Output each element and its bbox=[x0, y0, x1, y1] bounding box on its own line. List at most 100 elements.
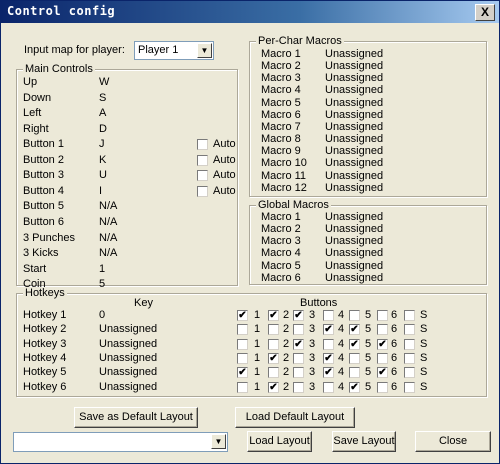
hotkey-button-checkbox[interactable] bbox=[349, 353, 360, 364]
control-key[interactable]: S bbox=[99, 92, 106, 104]
auto-checkbox[interactable] bbox=[197, 155, 208, 166]
hotkey-button-checkbox[interactable] bbox=[293, 382, 304, 393]
hotkey-button-checkbox[interactable] bbox=[404, 382, 415, 393]
hotkey-button-checkbox[interactable] bbox=[268, 339, 279, 350]
hotkey-button-checkbox[interactable]: ✔ bbox=[349, 324, 360, 335]
hotkey-button-checkbox[interactable] bbox=[268, 324, 279, 335]
control-key[interactable]: N/A bbox=[99, 247, 117, 259]
hotkey-button-checkbox[interactable]: ✔ bbox=[237, 367, 248, 378]
hotkey-button-checkbox[interactable] bbox=[323, 310, 334, 321]
per-char-macro-value[interactable]: Unassigned bbox=[325, 72, 383, 84]
global-macro-value[interactable]: Unassigned bbox=[325, 235, 383, 247]
hotkey-button-checkbox[interactable] bbox=[293, 353, 304, 364]
control-key[interactable]: U bbox=[99, 169, 107, 181]
hotkey-button-checkbox[interactable]: ✔ bbox=[377, 339, 388, 350]
hotkey-button-label: 6 bbox=[391, 309, 398, 321]
hotkey-button-checkbox[interactable] bbox=[237, 324, 248, 335]
control-key[interactable]: N/A bbox=[99, 216, 117, 228]
close-button[interactable]: Close bbox=[415, 431, 491, 452]
per-char-macro-value[interactable]: Unassigned bbox=[325, 109, 383, 121]
hotkey-button-checkbox[interactable] bbox=[377, 310, 388, 321]
player-select[interactable]: Player 1 ▼ bbox=[134, 41, 214, 60]
per-char-macro-value[interactable]: Unassigned bbox=[325, 170, 383, 182]
hotkey-button-checkbox[interactable] bbox=[404, 353, 415, 364]
layout-select[interactable]: ▼ bbox=[13, 432, 228, 452]
auto-checkbox[interactable] bbox=[197, 139, 208, 150]
title-bar: Control config X bbox=[1, 1, 499, 23]
global-macro-value[interactable]: Unassigned bbox=[325, 211, 383, 223]
hotkey-button-checkbox[interactable]: ✔ bbox=[349, 339, 360, 350]
save-default-layout-button[interactable]: Save as Default Layout bbox=[74, 407, 198, 428]
hotkey-button-checkbox[interactable]: ✔ bbox=[323, 367, 334, 378]
control-key[interactable]: N/A bbox=[99, 200, 117, 212]
hotkey-button-checkbox[interactable]: ✔ bbox=[293, 339, 304, 350]
per-char-macro-value[interactable]: Unassigned bbox=[325, 182, 383, 194]
global-macro-value[interactable]: Unassigned bbox=[325, 272, 383, 284]
save-layout-button[interactable]: Save Layout bbox=[332, 431, 396, 452]
hotkey-key[interactable]: Unassigned bbox=[99, 381, 157, 393]
control-key[interactable]: K bbox=[99, 154, 106, 166]
hotkey-button-checkbox[interactable] bbox=[293, 324, 304, 335]
auto-checkbox[interactable] bbox=[197, 186, 208, 197]
hotkey-button-checkbox[interactable] bbox=[349, 367, 360, 378]
hotkey-button-checkbox[interactable] bbox=[323, 339, 334, 350]
hotkey-button-checkbox[interactable]: ✔ bbox=[349, 382, 360, 393]
control-key[interactable]: W bbox=[99, 76, 109, 88]
hotkey-key[interactable]: 0 bbox=[99, 309, 105, 321]
hotkey-key[interactable]: Unassigned bbox=[99, 366, 157, 378]
global-macro-value[interactable]: Unassigned bbox=[325, 223, 383, 235]
load-layout-button[interactable]: Load Layout bbox=[247, 431, 312, 452]
chevron-down-icon[interactable]: ▼ bbox=[197, 43, 212, 58]
global-macro-value[interactable]: Unassigned bbox=[325, 247, 383, 259]
hotkey-button-checkbox[interactable] bbox=[377, 382, 388, 393]
hotkey-button-checkbox[interactable] bbox=[237, 353, 248, 364]
control-key[interactable]: 1 bbox=[99, 263, 105, 275]
hotkey-button-checkbox[interactable] bbox=[404, 324, 415, 335]
per-char-macro-value[interactable]: Unassigned bbox=[325, 157, 383, 169]
hotkey-button-checkbox[interactable]: ✔ bbox=[293, 310, 304, 321]
control-key[interactable]: D bbox=[99, 123, 107, 135]
hotkey-name: Hotkey 5 bbox=[23, 366, 67, 378]
per-char-macro-value[interactable]: Unassigned bbox=[325, 145, 383, 157]
close-window-icon[interactable]: X bbox=[475, 4, 495, 21]
hotkey-button-checkbox[interactable] bbox=[349, 310, 360, 321]
hotkey-button-checkbox[interactable]: ✔ bbox=[237, 310, 248, 321]
per-char-macro-value[interactable]: Unassigned bbox=[325, 60, 383, 72]
hotkey-button-label: 2 bbox=[283, 309, 290, 321]
hotkey-button-checkbox[interactable] bbox=[237, 339, 248, 350]
control-key[interactable]: N/A bbox=[99, 232, 117, 244]
control-key[interactable]: 5 bbox=[99, 278, 105, 290]
load-default-layout-button[interactable]: Load Default Layout bbox=[235, 407, 355, 428]
control-key[interactable]: A bbox=[99, 107, 106, 119]
hotkey-button-checkbox[interactable] bbox=[404, 339, 415, 350]
auto-label: Auto bbox=[213, 169, 236, 181]
hotkey-button-checkbox[interactable] bbox=[323, 382, 334, 393]
hotkey-button-checkbox[interactable] bbox=[377, 353, 388, 364]
hotkey-button-checkbox[interactable] bbox=[268, 367, 279, 378]
hotkey-key[interactable]: Unassigned bbox=[99, 338, 157, 350]
hotkey-button-checkbox[interactable]: ✔ bbox=[377, 367, 388, 378]
hotkey-button-checkbox[interactable] bbox=[404, 310, 415, 321]
hotkey-button-checkbox[interactable] bbox=[237, 382, 248, 393]
hotkey-button-checkbox[interactable]: ✔ bbox=[323, 324, 334, 335]
hotkey-button-checkbox[interactable]: ✔ bbox=[268, 353, 279, 364]
hotkey-button-checkbox[interactable] bbox=[293, 367, 304, 378]
per-char-macro-value[interactable]: Unassigned bbox=[325, 133, 383, 145]
hotkey-key[interactable]: Unassigned bbox=[99, 323, 157, 335]
hotkey-button-checkbox[interactable] bbox=[377, 324, 388, 335]
chevron-down-icon[interactable]: ▼ bbox=[211, 434, 226, 449]
hotkey-button-checkbox[interactable]: ✔ bbox=[268, 310, 279, 321]
global-macros-title: Global Macros bbox=[256, 199, 331, 211]
per-char-macro-value[interactable]: Unassigned bbox=[325, 121, 383, 133]
hotkey-button-checkbox[interactable] bbox=[404, 367, 415, 378]
global-macro-value[interactable]: Unassigned bbox=[325, 260, 383, 272]
per-char-macro-value[interactable]: Unassigned bbox=[325, 97, 383, 109]
control-key[interactable]: J bbox=[99, 138, 105, 150]
per-char-macro-value[interactable]: Unassigned bbox=[325, 48, 383, 60]
hotkey-button-checkbox[interactable]: ✔ bbox=[323, 353, 334, 364]
hotkey-key[interactable]: Unassigned bbox=[99, 352, 157, 364]
per-char-macro-value[interactable]: Unassigned bbox=[325, 84, 383, 96]
auto-checkbox[interactable] bbox=[197, 170, 208, 181]
control-key[interactable]: I bbox=[99, 185, 102, 197]
hotkey-button-checkbox[interactable]: ✔ bbox=[268, 382, 279, 393]
